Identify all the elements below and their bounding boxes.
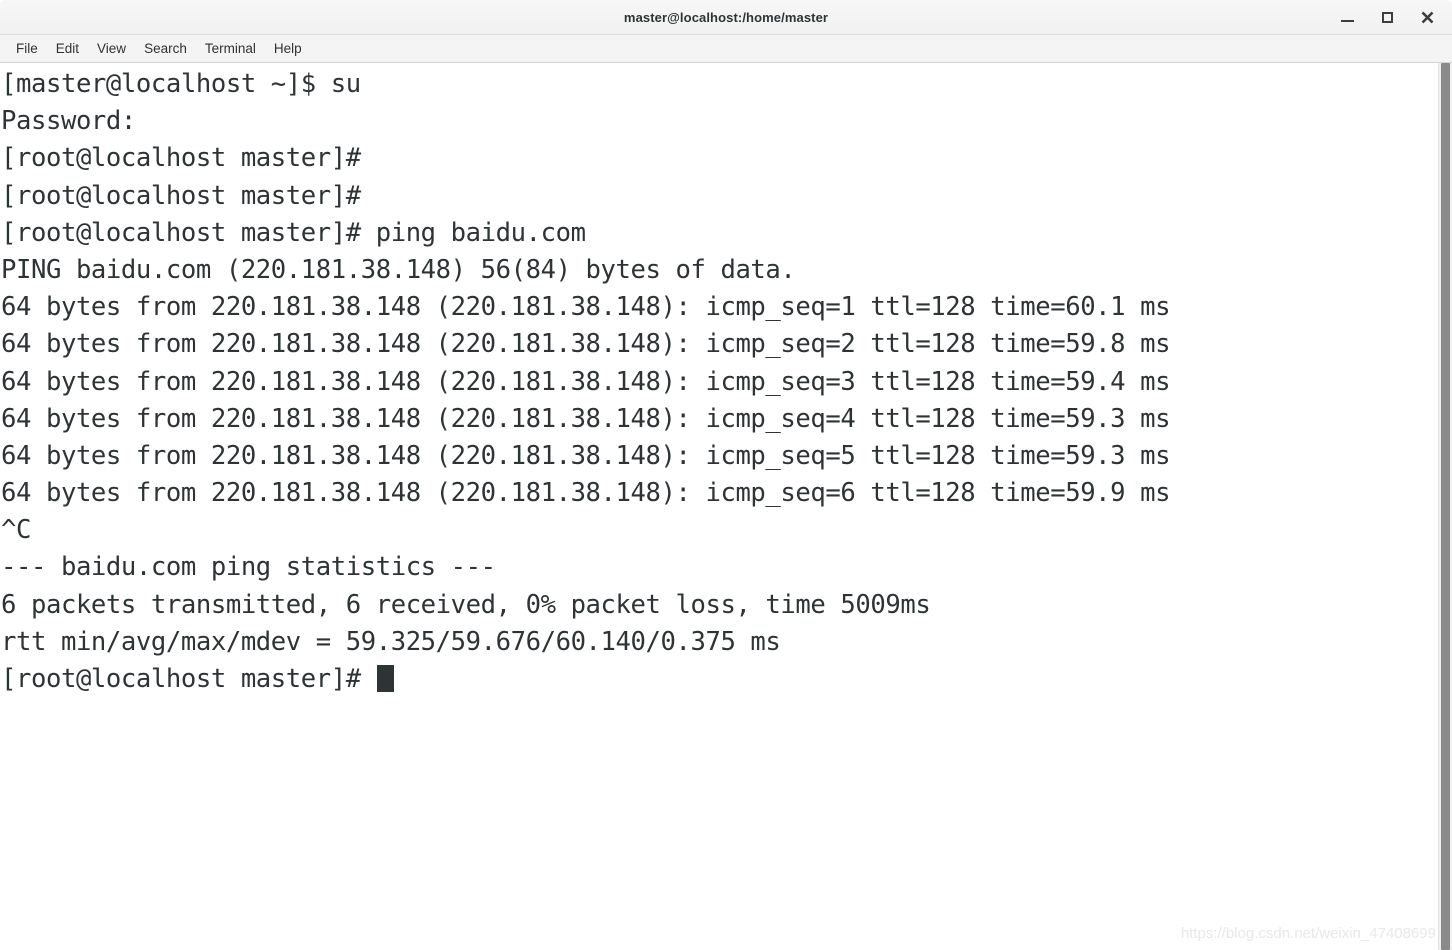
terminal-line: Password: bbox=[1, 106, 136, 137]
terminal-line: 64 bytes from 220.181.38.148 (220.181.38… bbox=[1, 478, 1171, 509]
terminal-scrollbar[interactable] bbox=[1438, 63, 1452, 950]
terminal-line: 64 bytes from 220.181.38.148 (220.181.38… bbox=[1, 329, 1171, 360]
window-controls bbox=[1338, 0, 1444, 34]
menu-item-terminal[interactable]: Terminal bbox=[196, 38, 265, 59]
menu-item-file[interactable]: File bbox=[7, 38, 47, 59]
terminal-window: master@localhost:/home/master File Edit … bbox=[0, 0, 1452, 950]
terminal-line: ^C bbox=[1, 515, 31, 546]
terminal-line: [root@localhost master]# ping baidu.com bbox=[1, 217, 586, 248]
terminal-line: rtt min/avg/max/mdev = 59.325/59.676/60.… bbox=[1, 626, 781, 657]
terminal-prompt: [root@localhost master]# bbox=[1, 664, 376, 694]
terminal-line: --- baidu.com ping statistics --- bbox=[1, 552, 496, 583]
menu-item-view[interactable]: View bbox=[88, 38, 135, 59]
title-bar: master@localhost:/home/master bbox=[0, 0, 1452, 35]
terminal-area[interactable]: [master@localhost ~]$ su Password: [root… bbox=[0, 63, 1452, 950]
terminal-line: [master@localhost ~]$ su bbox=[1, 69, 361, 99]
menu-item-edit[interactable]: Edit bbox=[47, 38, 88, 59]
terminal-cursor bbox=[376, 665, 394, 692]
close-button[interactable] bbox=[1418, 8, 1436, 26]
window-title: master@localhost:/home/master bbox=[623, 9, 829, 25]
terminal-line: PING baidu.com (220.181.38.148) 56(84) b… bbox=[1, 254, 796, 285]
terminal-line: [root@localhost master]# bbox=[1, 180, 361, 211]
maximize-icon bbox=[1381, 11, 1393, 23]
menu-bar: File Edit View Search Terminal Help bbox=[0, 35, 1452, 63]
menu-item-search[interactable]: Search bbox=[135, 38, 196, 59]
minimize-icon bbox=[1340, 20, 1354, 22]
minimize-button[interactable] bbox=[1338, 8, 1356, 26]
terminal-prompt-line: [root@localhost master]# bbox=[1, 661, 1438, 698]
terminal-line: [root@localhost master]# bbox=[1, 143, 361, 174]
terminal-output[interactable]: [master@localhost ~]$ su Password: [root… bbox=[0, 63, 1438, 950]
terminal-line: 6 packets transmitted, 6 received, 0% pa… bbox=[1, 589, 931, 620]
terminal-line: 64 bytes from 220.181.38.148 (220.181.38… bbox=[1, 440, 1171, 471]
scrollbar-thumb[interactable] bbox=[1441, 63, 1450, 950]
terminal-line: 64 bytes from 220.181.38.148 (220.181.38… bbox=[1, 403, 1171, 434]
terminal-line: 64 bytes from 220.181.38.148 (220.181.38… bbox=[1, 366, 1171, 397]
terminal-line: 64 bytes from 220.181.38.148 (220.181.38… bbox=[1, 292, 1171, 323]
close-icon bbox=[1421, 11, 1433, 23]
menu-item-help[interactable]: Help bbox=[265, 38, 311, 59]
maximize-button[interactable] bbox=[1378, 8, 1396, 26]
